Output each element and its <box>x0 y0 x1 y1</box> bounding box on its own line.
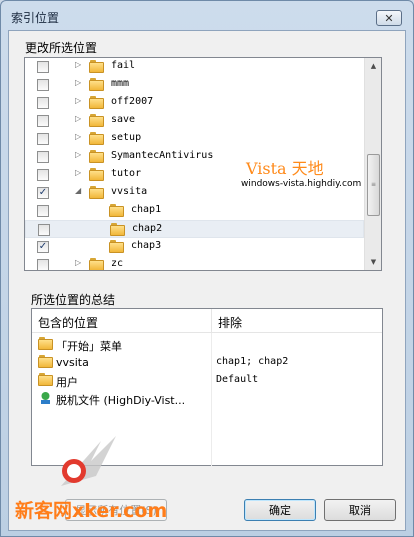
summary-location-name: 「开始」菜单 <box>56 340 122 353</box>
tree-checkbox[interactable] <box>37 97 49 109</box>
scroll-up-button[interactable]: ▲ <box>366 58 381 74</box>
folder-icon <box>89 168 104 181</box>
tree-checkbox[interactable] <box>37 259 49 270</box>
folder-icon <box>109 204 124 217</box>
tree-checkbox[interactable] <box>38 224 50 236</box>
expand-arrow-icon[interactable]: ▷ <box>75 258 81 267</box>
folder-icon <box>89 60 104 73</box>
folder-name: chap3 <box>131 240 162 251</box>
close-button[interactable]: ✕ <box>376 10 402 26</box>
folder-icon <box>38 337 53 350</box>
column-header-excluded[interactable]: 排除 <box>212 309 382 333</box>
folder-icon <box>38 373 53 386</box>
folder-icon <box>89 186 104 199</box>
close-icon: ✕ <box>384 11 394 25</box>
tree-checkbox[interactable] <box>37 115 49 127</box>
folder-icon <box>89 132 104 145</box>
tree-row[interactable]: chap2 <box>25 220 364 238</box>
tree-row[interactable]: chap1 <box>25 202 364 220</box>
scroll-down-button[interactable]: ▼ <box>366 254 381 270</box>
folder-name: mmm <box>111 78 130 89</box>
tree-row[interactable]: ▷ fail <box>25 58 364 76</box>
expand-arrow-icon[interactable]: ▷ <box>75 150 81 159</box>
tree-checkbox[interactable] <box>37 169 49 181</box>
change-locations-label: 更改所选位置 <box>25 41 98 55</box>
column-header-included[interactable]: 包含的位置 <box>32 309 212 333</box>
cancel-button[interactable]: 取消 <box>324 499 396 521</box>
tree-row[interactable]: ▷ setup <box>25 130 364 148</box>
expand-arrow-icon[interactable]: ▷ <box>75 132 81 141</box>
folder-icon <box>110 223 125 236</box>
scroll-thumb[interactable]: ≡ <box>367 154 380 216</box>
summary-row[interactable]: 脱机文件 (HighDiy-Vist... <box>32 390 382 407</box>
grip-icon: ≡ <box>371 181 377 188</box>
vista-site-watermark: windows-vista.highdiy.com <box>241 179 362 189</box>
indexing-locations-window: 索引位置 ✕ 更改所选位置 ▷ fail ▷ mmm ▷ off2007 ▷ save ▷ set… <box>0 0 414 537</box>
folder-icon <box>89 96 104 109</box>
folder-name: save <box>111 114 136 125</box>
folder-icon <box>89 258 104 270</box>
vista-brand-watermark: Vista 天地 <box>246 159 324 178</box>
tree-row[interactable]: ▷ off2007 <box>25 94 364 112</box>
expand-arrow-icon[interactable]: ▷ <box>75 96 81 105</box>
summary-label: 所选位置的总结 <box>31 293 116 307</box>
folder-icon <box>109 240 124 253</box>
folder-name: off2007 <box>111 96 154 107</box>
folder-name: vvsita <box>111 186 148 197</box>
arrow-down-icon: ▼ <box>370 258 377 266</box>
folder-name: setup <box>111 132 142 143</box>
location-tree[interactable]: ▷ fail ▷ mmm ▷ off2007 ▷ save ▷ setup ▷ SymantecAnt… <box>24 57 382 271</box>
ok-button[interactable]: 确定 <box>244 499 316 521</box>
title-bar: 索引位置 ✕ <box>1 1 413 29</box>
expand-arrow-icon[interactable]: ▷ <box>75 114 81 123</box>
folder-name: zc <box>111 258 124 269</box>
xker-logo-icon <box>61 436 116 486</box>
summary-location-name: 脱机文件 (HighDiy-Vist... <box>56 394 186 407</box>
tree-row[interactable]: ▷ save <box>25 112 364 130</box>
tree-checkbox[interactable] <box>37 151 49 163</box>
tree-row[interactable]: ▷ mmm <box>25 76 364 94</box>
xker-watermark: 新客网xker.com <box>15 500 168 522</box>
expand-arrow-icon[interactable]: ▷ <box>75 60 81 69</box>
summary-excluded: chap1; chap2 <box>216 356 289 367</box>
tree-row[interactable]: ✓ chap3 <box>25 238 364 256</box>
tree-checkbox[interactable] <box>37 133 49 145</box>
summary-row[interactable]: vvsita chap1; chap2 <box>32 354 382 371</box>
tree-checkbox[interactable]: ✓ <box>37 241 49 253</box>
summary-row[interactable]: 用户 Default <box>32 372 382 389</box>
tree-checkbox[interactable]: ✓ <box>37 187 49 199</box>
offline-files-icon <box>41 392 50 404</box>
tree-checkbox[interactable] <box>37 61 49 73</box>
window-title: 索引位置 <box>11 11 60 25</box>
folder-name: chap2 <box>132 223 163 234</box>
tree-checkbox[interactable] <box>37 205 49 217</box>
collapse-arrow-icon[interactable]: ◢ <box>75 186 81 195</box>
folder-name: chap1 <box>131 204 162 215</box>
folder-icon <box>38 355 53 368</box>
expand-arrow-icon[interactable]: ▷ <box>75 78 81 87</box>
summary-excluded: Default <box>216 374 259 385</box>
tree-scrollbar[interactable]: ▲ ≡ ▼ <box>364 58 381 270</box>
arrow-up-icon: ▲ <box>370 62 377 70</box>
folder-name: fail <box>111 60 136 71</box>
tree-checkbox[interactable] <box>37 79 49 91</box>
summary-row[interactable]: 「开始」菜单 <box>32 336 382 353</box>
summary-location-name: 用户 <box>56 376 78 389</box>
folder-icon <box>89 114 104 127</box>
expand-arrow-icon[interactable]: ▷ <box>75 168 81 177</box>
folder-icon <box>89 78 104 91</box>
folder-name: SymantecAntivirus <box>111 150 214 161</box>
summary-location-name: vvsita <box>56 356 89 369</box>
tree-row[interactable]: ▷ zc <box>25 256 364 270</box>
folder-icon <box>89 150 104 163</box>
folder-name: tutor <box>111 168 142 179</box>
